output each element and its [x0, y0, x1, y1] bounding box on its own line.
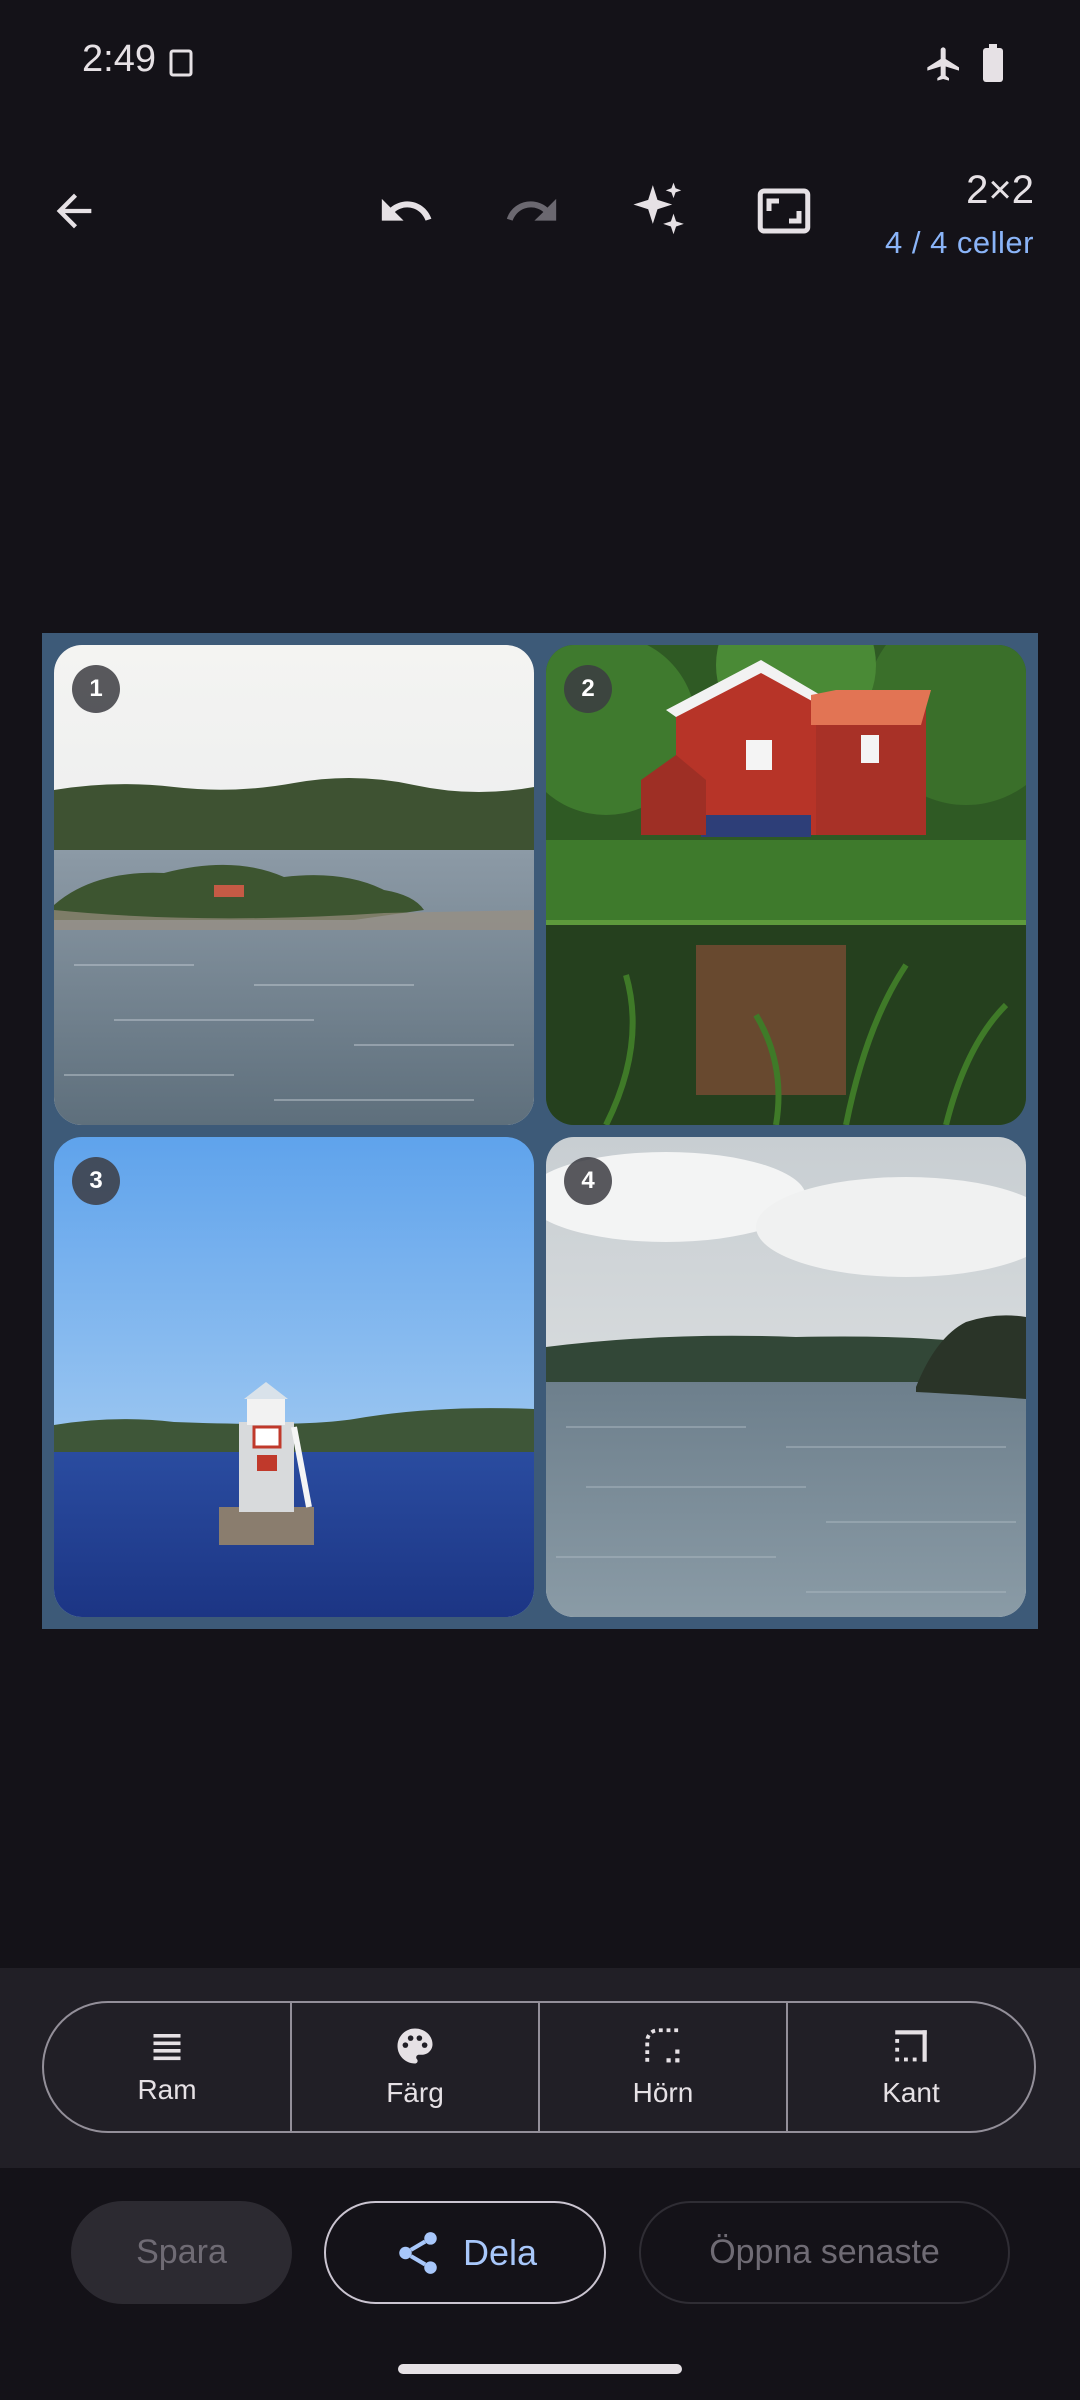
cell-number-badge: 2 — [564, 665, 612, 713]
collage-cell-3[interactable]: 3 — [54, 1137, 534, 1617]
grid-size-label[interactable]: 2×2 — [966, 168, 1034, 213]
cell-number-badge: 1 — [72, 665, 120, 713]
tool-kant[interactable]: Kant — [788, 2003, 1034, 2131]
cell-number-badge: 4 — [564, 1157, 612, 1205]
status-time: 2:49 — [82, 38, 156, 80]
home-indicator[interactable] — [398, 2364, 682, 2374]
collage-cell-1[interactable]: 1 — [54, 645, 534, 1125]
share-label: Dela — [462, 2231, 538, 2273]
undo-icon — [381, 198, 432, 221]
corner-icon — [645, 2028, 680, 2063]
tool-farg-label: Färg — [386, 2077, 444, 2108]
aspect-ratio-button[interactable] — [742, 169, 826, 253]
tool-horn-label: Hörn — [632, 2077, 694, 2108]
collage-cell-4[interactable]: 4 — [546, 1137, 1026, 1617]
sim-card-icon — [169, 49, 193, 77]
magic-button[interactable] — [616, 169, 700, 253]
tool-horn[interactable]: Hörn — [540, 2003, 788, 2131]
redo-button[interactable] — [490, 169, 574, 253]
sparkle-icon — [633, 182, 684, 235]
redo-icon — [506, 198, 557, 221]
island-photo — [54, 645, 534, 1125]
back-arrow-icon — [56, 193, 92, 229]
red-house-photo — [546, 645, 1026, 1125]
collage-canvas: 1 2 3 4 — [42, 633, 1038, 1629]
collage-cell-2[interactable]: 2 — [546, 645, 1026, 1125]
cell-count-label: 4 / 4 celler — [884, 225, 1034, 260]
cloudy-lake-photo — [546, 1137, 1026, 1617]
back-button[interactable] — [32, 169, 116, 253]
tool-ram-label: Ram — [137, 2074, 197, 2105]
battery-icon — [983, 44, 1003, 82]
tool-farg[interactable]: Färg — [292, 2003, 540, 2131]
airplane-icon — [927, 47, 959, 81]
tool-segmented-control: Ram Färg Hörn Kant — [42, 2001, 1036, 2133]
lighthouse-photo — [54, 1137, 534, 1617]
tool-kant-label: Kant — [882, 2077, 940, 2108]
share-icon — [399, 2231, 437, 2274]
share-button[interactable]: Dela — [324, 2201, 606, 2304]
cell-number-badge: 3 — [72, 1157, 120, 1205]
edge-icon — [895, 2030, 927, 2062]
open-recent-button[interactable]: Öppna senaste — [639, 2201, 1010, 2304]
undo-button[interactable] — [364, 169, 448, 253]
tool-ram[interactable]: Ram — [44, 2003, 292, 2131]
save-button[interactable]: Spara — [71, 2201, 292, 2304]
palette-icon — [397, 2028, 433, 2064]
lines-icon — [153, 2034, 181, 2061]
aspect-frame-icon — [757, 188, 811, 234]
